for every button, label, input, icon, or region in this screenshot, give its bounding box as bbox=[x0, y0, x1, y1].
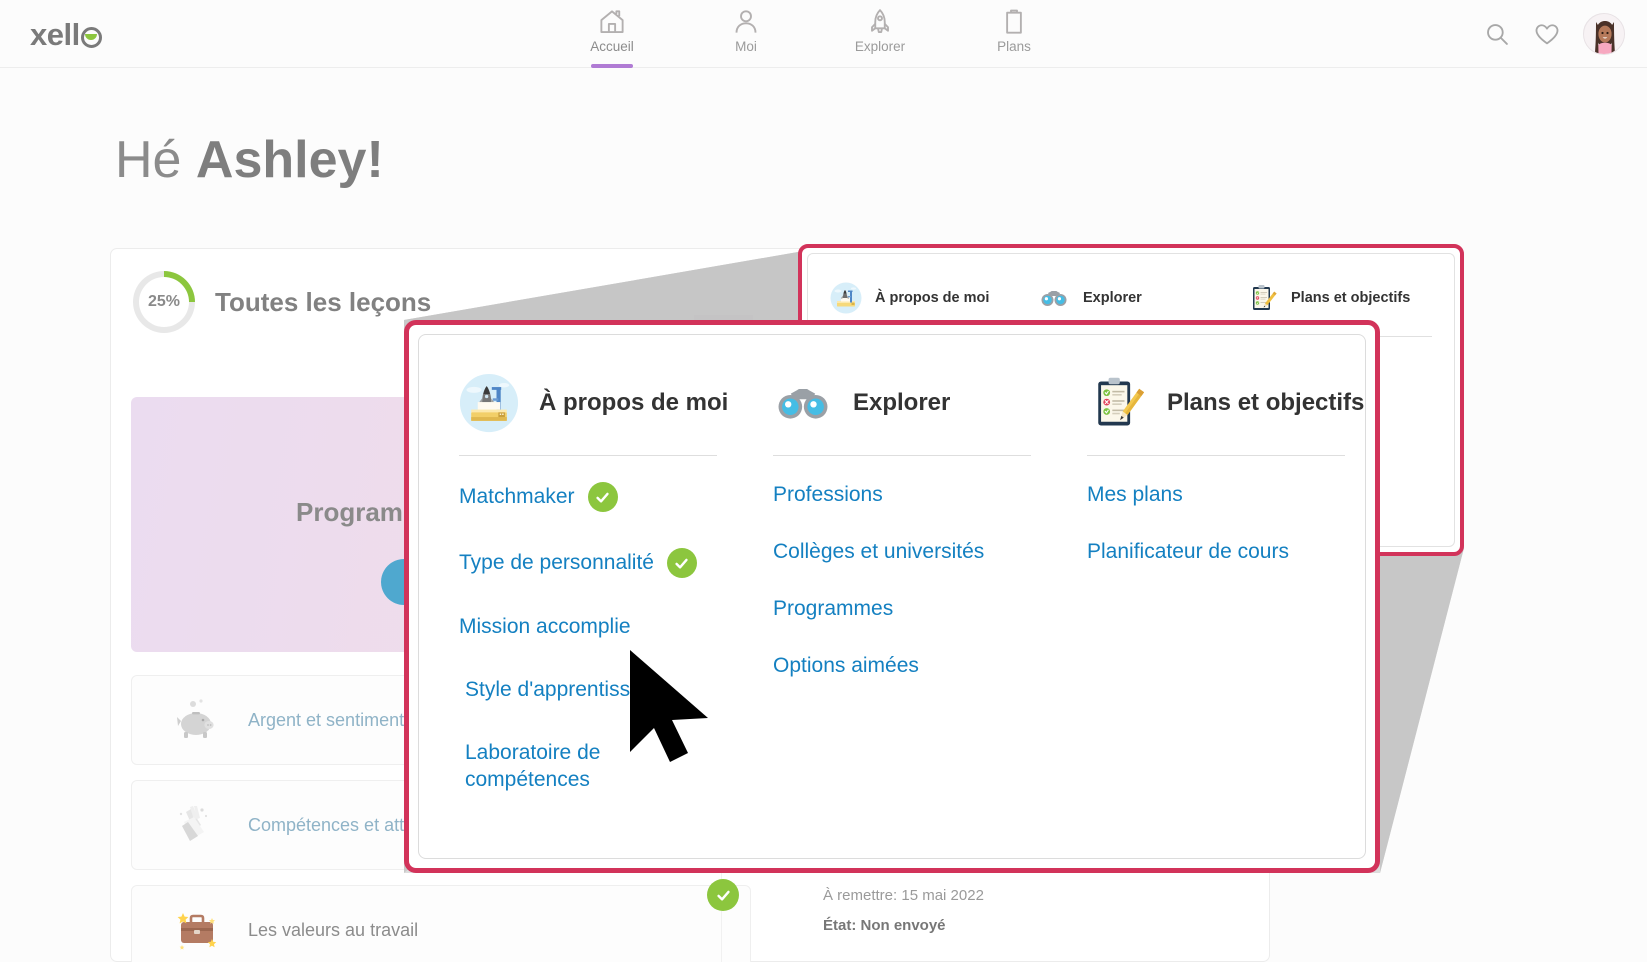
expanded-menu-columns: À propos de moi Matchmaker Type de perso… bbox=[459, 367, 1365, 830]
user-avatar[interactable] bbox=[1583, 13, 1625, 55]
person-icon bbox=[731, 7, 761, 37]
briefcase-stars-icon bbox=[172, 905, 222, 955]
app-root: xell Accueil Moi Explorer Plans Hé Ashle… bbox=[0, 0, 1647, 962]
expanded-menu-popover: À propos de moi Matchmaker Type de perso… bbox=[404, 320, 1380, 873]
lesson-row-valeurs[interactable]: Les valeurs au travail bbox=[131, 885, 751, 962]
nav-item-accueil-label: Accueil bbox=[590, 39, 634, 54]
nav-item-moi-label: Moi bbox=[735, 39, 757, 54]
nav-item-plans[interactable]: Plans bbox=[947, 0, 1081, 68]
nav-item-accueil[interactable]: Accueil bbox=[545, 0, 679, 68]
menu-link-colleges-et-universites[interactable]: Collèges et universités bbox=[773, 539, 1087, 566]
greeting-name: Ashley! bbox=[195, 131, 384, 189]
status-badge bbox=[707, 879, 739, 911]
lessons-card-title: Toutes les leçons bbox=[215, 286, 432, 317]
home-icon bbox=[597, 7, 627, 37]
menu-column-header[interactable]: Explorer bbox=[773, 367, 1087, 439]
heart-icon[interactable] bbox=[1533, 20, 1561, 48]
menu-link-label: Mission accomplie bbox=[459, 615, 631, 638]
menu-column-rule bbox=[773, 455, 1031, 456]
completed-check-icon bbox=[587, 482, 618, 512]
lesson-row-label: Argent et sentiment bbox=[248, 709, 405, 730]
menu-column-rule bbox=[459, 455, 717, 456]
menu-column-title: Explorer bbox=[853, 389, 951, 416]
menu-link-label: Mes plans bbox=[1087, 483, 1183, 506]
menu-link-label: Professions bbox=[773, 483, 883, 506]
nav-item-plans-label: Plans bbox=[997, 39, 1031, 54]
logo-dot-icon bbox=[80, 26, 102, 48]
progress-ring: 25% bbox=[133, 271, 195, 333]
completed-check-icon bbox=[666, 548, 697, 578]
top-navigation-bar: xell Accueil Moi Explorer Plans bbox=[0, 0, 1647, 68]
menu-link-label: Planificateur de cours bbox=[1087, 539, 1289, 563]
menu-link-programmes[interactable]: Programmes bbox=[773, 596, 1087, 623]
menu-link-label: Options aimées bbox=[773, 653, 919, 677]
rocket-launchpad-icon bbox=[830, 282, 862, 314]
binoculars-icon bbox=[1038, 282, 1070, 314]
mini-column-title: À propos de moi bbox=[875, 290, 990, 306]
assignment-due-date: À remettre: 15 mai 2022 bbox=[823, 887, 984, 904]
menu-column-title: Plans et objectifs bbox=[1167, 389, 1365, 416]
menu-link-type-de-personnalite[interactable]: Type de personnalité bbox=[459, 548, 773, 578]
menu-link-label: Matchmaker bbox=[459, 484, 575, 508]
menu-link-professions[interactable]: Professions bbox=[773, 482, 1087, 509]
clapping-hands-icon bbox=[172, 800, 222, 850]
search-icon[interactable] bbox=[1483, 20, 1511, 48]
mini-column-header[interactable]: À propos de moi bbox=[830, 274, 1038, 322]
clipboard-icon bbox=[999, 7, 1029, 37]
menu-link-planificateur-de-cours[interactable]: Planificateur de cours bbox=[1087, 539, 1365, 566]
menu-column-header[interactable]: À propos de moi bbox=[459, 367, 773, 439]
nav-item-explorer[interactable]: Explorer bbox=[813, 0, 947, 68]
menu-link-label: Type de personnalité bbox=[459, 550, 654, 574]
xello-logo[interactable]: xell bbox=[30, 17, 102, 53]
logo-text: xell bbox=[30, 17, 80, 52]
clipboard-pencil-icon bbox=[1087, 373, 1147, 433]
mouse-pointer-icon bbox=[626, 648, 722, 766]
menu-column-a-propos-de-moi: À propos de moi Matchmaker Type de perso… bbox=[459, 367, 773, 830]
expanded-menu-panel: À propos de moi Matchmaker Type de perso… bbox=[418, 334, 1366, 859]
rocket-icon bbox=[865, 7, 895, 37]
menu-link-matchmaker[interactable]: Matchmaker bbox=[459, 482, 773, 512]
mini-column-title: Plans et objectifs bbox=[1291, 290, 1411, 306]
menu-column-title: À propos de moi bbox=[539, 389, 729, 416]
main-nav: Accueil Moi Explorer Plans bbox=[545, 0, 1081, 68]
mini-column-header[interactable]: Explorer bbox=[1038, 274, 1246, 322]
lesson-row-label: Les valeurs au travail bbox=[248, 919, 419, 940]
lessons-card-header: 25% Toutes les leçons bbox=[133, 271, 431, 333]
menu-column-plans-et-objectifs: Plans et objectifs Mes plans Planificate… bbox=[1087, 367, 1365, 830]
menu-column-rule bbox=[1087, 455, 1345, 456]
menu-link-label: Programmes bbox=[773, 596, 894, 620]
menu-link-mes-plans[interactable]: Mes plans bbox=[1087, 482, 1365, 509]
binoculars-icon bbox=[773, 373, 833, 433]
rocket-launchpad-icon bbox=[459, 373, 519, 433]
mini-column-header[interactable]: Plans et objectifs bbox=[1246, 274, 1454, 322]
menu-link-mission-accomplie[interactable]: Mission accomplie bbox=[459, 614, 773, 641]
nav-item-moi[interactable]: Moi bbox=[679, 0, 813, 68]
menu-column-links: Matchmaker Type de personnalité Mission … bbox=[459, 482, 773, 794]
mini-column-title: Explorer bbox=[1083, 290, 1142, 306]
completed-check-icon bbox=[707, 879, 739, 911]
menu-column-links: Mes plans Planificateur de cours bbox=[1087, 482, 1365, 566]
assignment-status: État: Non envoyé bbox=[823, 917, 946, 934]
piggy-bank-icon bbox=[172, 695, 222, 745]
menu-column-links: Professions Collèges et universités Prog… bbox=[773, 482, 1087, 680]
greeting-prefix: Hé bbox=[115, 131, 196, 189]
menu-link-label: Collèges et universités bbox=[773, 539, 985, 563]
menu-column-header[interactable]: Plans et objectifs bbox=[1087, 367, 1365, 439]
menu-column-explorer: Explorer Professions Collèges et univers… bbox=[773, 367, 1087, 830]
top-right-actions bbox=[1483, 13, 1625, 55]
nav-item-explorer-label: Explorer bbox=[854, 39, 906, 54]
clipboard-pencil-icon bbox=[1246, 282, 1278, 314]
progress-percent: 25% bbox=[147, 293, 181, 310]
menu-link-options-aimees[interactable]: Options aimées bbox=[773, 653, 1087, 680]
page-title: Hé Ashley! bbox=[115, 130, 384, 190]
menu-link-style-dapprentissage[interactable]: Style d'apprentissage bbox=[465, 677, 773, 704]
